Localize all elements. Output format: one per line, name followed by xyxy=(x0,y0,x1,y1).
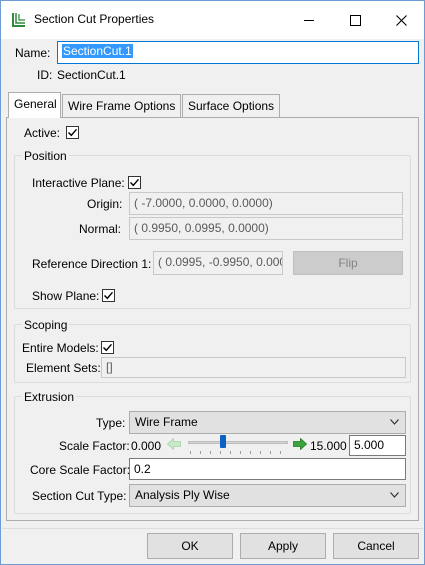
tab-wire-frame-options-label: Wire Frame Options xyxy=(68,99,176,113)
maximize-icon xyxy=(349,14,361,26)
tab-general[interactable]: General xyxy=(8,92,61,118)
active-label: Active: xyxy=(24,126,61,140)
scale-min-label: 0.000 xyxy=(131,439,162,453)
origin-label: Origin: xyxy=(87,197,123,211)
chevron-down-icon xyxy=(390,419,399,425)
maximize-button[interactable] xyxy=(332,1,378,39)
checkmark-icon xyxy=(104,291,113,300)
active-checkbox[interactable] xyxy=(66,126,79,139)
entire-models-checkbox[interactable] xyxy=(101,341,114,354)
name-input-value: SectionCut.1 xyxy=(62,44,133,58)
tab-general-label: General xyxy=(14,97,57,111)
scale-factor-input[interactable]: 5.000 xyxy=(349,435,406,456)
extrusion-group-title: Extrusion xyxy=(22,390,77,404)
checkmark-icon xyxy=(130,178,139,187)
increase-arrow-icon[interactable] xyxy=(293,438,307,450)
title-bar: Section Cut Properties xyxy=(1,1,424,39)
scale-factor-label: Scale Factor: xyxy=(59,439,130,453)
id-value: SectionCut.1 xyxy=(57,68,126,82)
name-input[interactable]: SectionCut.1 xyxy=(57,41,419,64)
minimize-icon xyxy=(304,19,314,21)
name-label: Name: xyxy=(15,46,51,60)
interactive-plane-label: Interactive Plane: xyxy=(32,176,125,190)
chevron-down-icon xyxy=(390,492,399,498)
close-icon xyxy=(395,14,407,26)
window-title: Section Cut Properties xyxy=(34,12,155,26)
tab-wire-frame-options[interactable]: Wire Frame Options xyxy=(62,94,181,117)
cancel-button[interactable]: Cancel xyxy=(333,533,419,559)
scale-slider-thumb[interactable] xyxy=(220,435,226,448)
section-cut-type-dropdown[interactable]: Analysis Ply Wise xyxy=(129,484,406,507)
flip-button[interactable]: Flip xyxy=(293,251,403,275)
scale-max-label: 15.000 xyxy=(310,439,347,453)
element-sets-field[interactable]: [] xyxy=(101,357,406,378)
id-label: ID: xyxy=(37,68,53,82)
normal-label: Normal: xyxy=(79,222,122,236)
checkmark-icon xyxy=(103,343,112,352)
reference-direction-label: Reference Direction 1: xyxy=(32,257,152,271)
origin-field[interactable]: ( -7.0000, 0.0000, 0.0000) xyxy=(129,192,403,215)
core-scale-factor-input[interactable]: 0.2 xyxy=(129,458,406,480)
entire-models-label: Entire Models: xyxy=(22,341,99,355)
scale-slider-track[interactable] xyxy=(188,441,288,444)
app-icon xyxy=(11,12,27,28)
element-sets-label: Element Sets: xyxy=(26,361,101,375)
show-plane-label: Show Plane: xyxy=(32,289,100,303)
core-scale-factor-label: Core Scale Factor: xyxy=(30,463,131,477)
scoping-group-title: Scoping xyxy=(22,318,70,332)
type-dropdown-value: Wire Frame xyxy=(135,415,198,429)
interactive-plane-checkbox[interactable] xyxy=(128,176,141,189)
section-cut-type-value: Analysis Ply Wise xyxy=(135,488,230,502)
footer-separator xyxy=(2,528,423,529)
checkmark-icon xyxy=(68,128,77,137)
type-dropdown[interactable]: Wire Frame xyxy=(129,411,406,434)
tab-surface-options-label: Surface Options xyxy=(188,99,275,113)
decrease-arrow-icon[interactable] xyxy=(167,438,181,450)
ok-button[interactable]: OK xyxy=(147,533,233,559)
scale-slider-ticks xyxy=(190,451,286,455)
close-button[interactable] xyxy=(378,1,424,39)
dialog-window: Section Cut Properties Name: SectionCut.… xyxy=(0,0,425,565)
minimize-button[interactable] xyxy=(286,1,332,39)
apply-button[interactable]: Apply xyxy=(240,533,326,559)
type-label: Type: xyxy=(96,416,126,430)
section-cut-type-label: Section Cut Type: xyxy=(32,489,127,503)
normal-field[interactable]: ( 0.9950, 0.0995, 0.0000) xyxy=(129,217,403,240)
position-group-title: Position xyxy=(22,149,69,163)
reference-direction-field[interactable]: ( 0.0995, -0.9950, 0.0000 xyxy=(153,251,283,275)
show-plane-checkbox[interactable] xyxy=(102,289,115,302)
tab-surface-options[interactable]: Surface Options xyxy=(182,94,280,117)
